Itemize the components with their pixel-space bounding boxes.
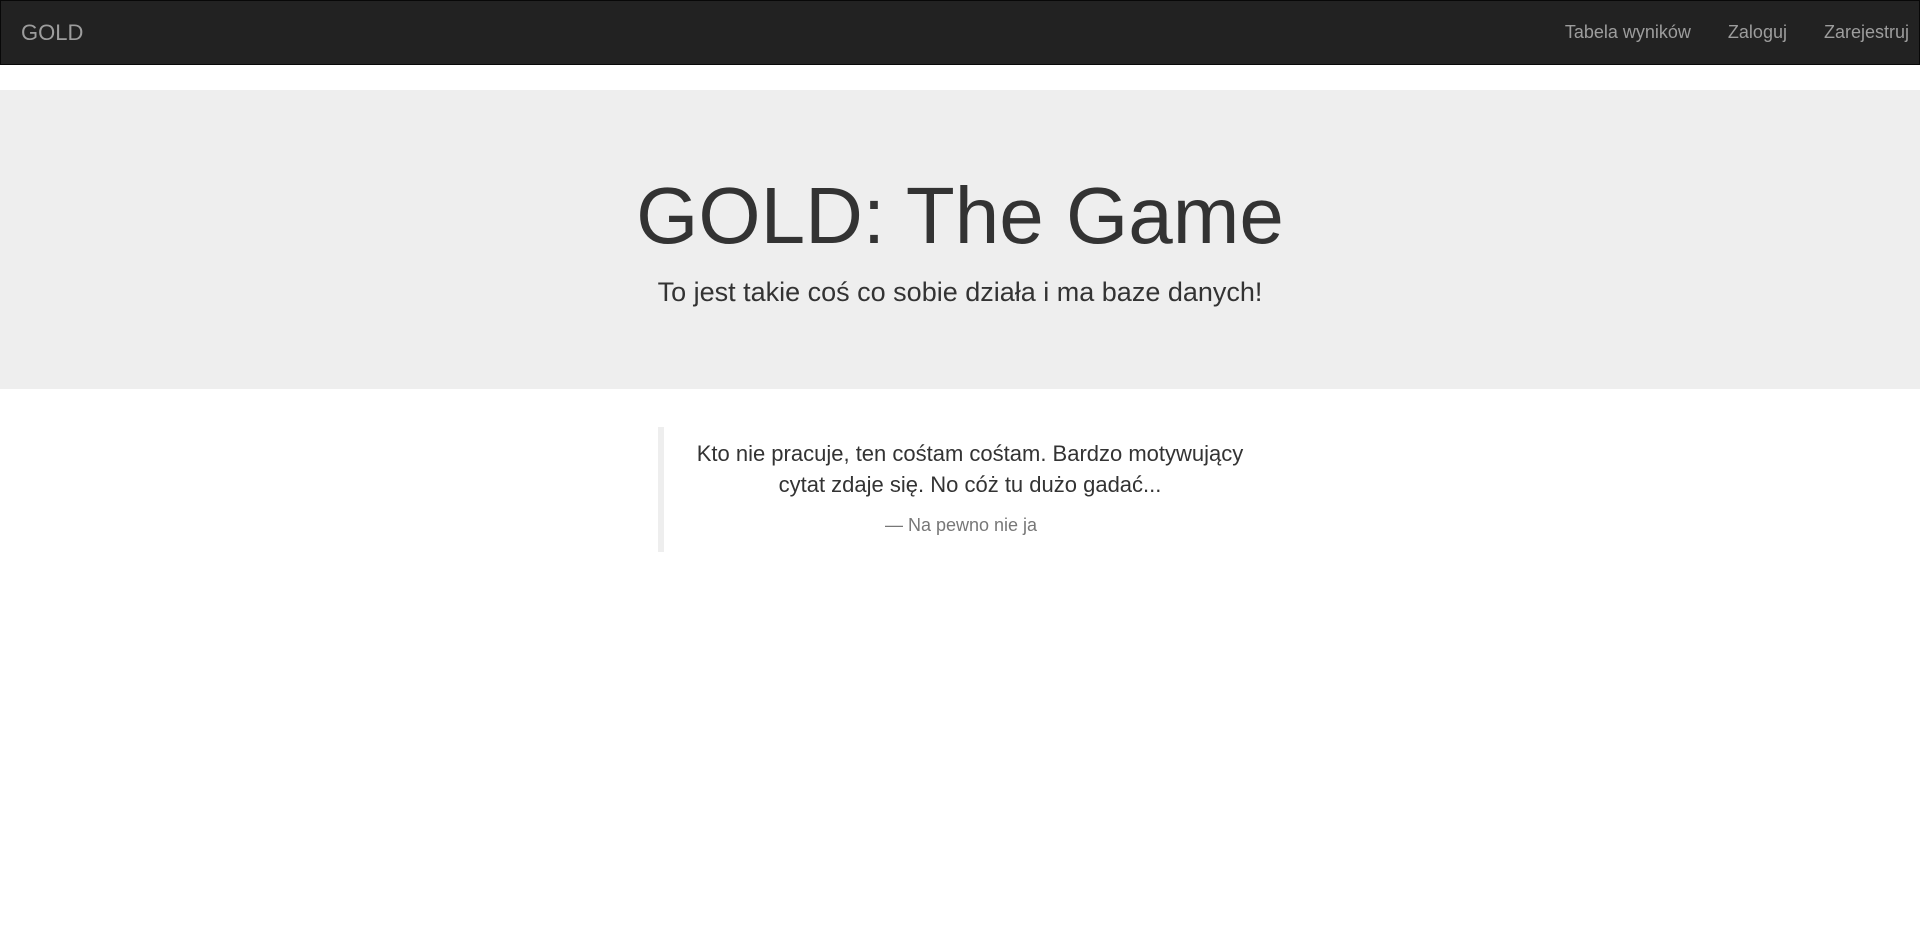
quote-block: Kto nie pracuje, ten cośtam cośtam. Bard… bbox=[658, 427, 1258, 552]
quote-text: Kto nie pracuje, ten cośtam cośtam. Bard… bbox=[696, 441, 1244, 497]
brand-link[interactable]: GOLD bbox=[21, 1, 83, 64]
nav-links: Tabela wyników Zaloguj Zarejestruj bbox=[1546, 1, 1919, 64]
nav-link-login[interactable]: Zaloguj bbox=[1709, 1, 1805, 64]
top-navbar: GOLD Tabela wyników Zaloguj Zarejestruj bbox=[0, 0, 1920, 65]
hero-subtitle: To jest takie coś co sobie działa i ma b… bbox=[657, 277, 1263, 307]
hero-title: GOLD: The Game bbox=[636, 171, 1284, 260]
nav-link-scoreboard[interactable]: Tabela wyników bbox=[1546, 1, 1709, 64]
quote-author: — Na pewno nie ja bbox=[884, 515, 1038, 535]
hero-jumbotron: GOLD: The Game To jest takie coś co sobi… bbox=[0, 90, 1920, 389]
nav-link-register[interactable]: Zarejestruj bbox=[1805, 1, 1919, 64]
